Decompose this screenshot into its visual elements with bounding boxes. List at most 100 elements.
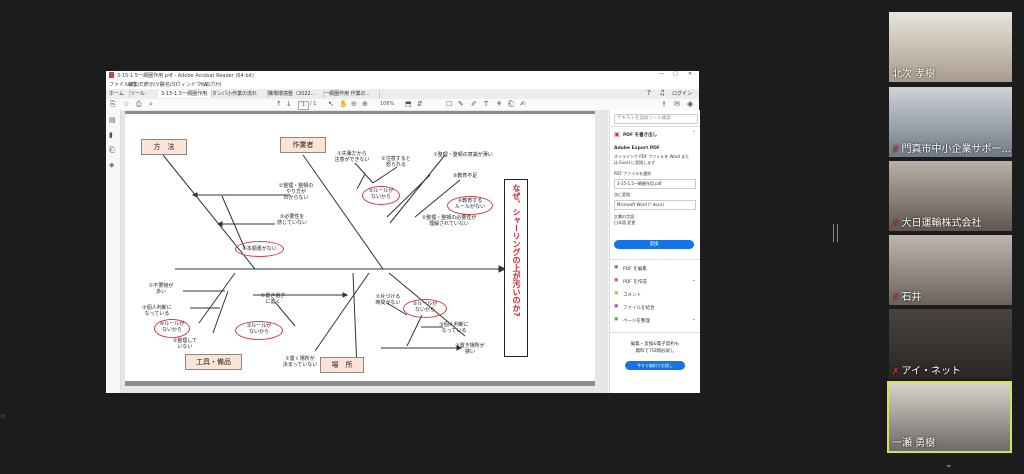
tab-document-2[interactable]: タンパ小作業の流れ [209,90,268,98]
participant-tile-4[interactable]: ✗ 石井 [889,235,1012,305]
zoom-level[interactable]: 106% [380,101,394,108]
file-select-field[interactable]: 3-15-1.5一網圏作用.pdf [614,179,696,189]
fit-page-icon[interactable]: ⬒ [405,101,412,108]
convert-button[interactable]: 変換 [614,240,694,249]
convert-to-label: 次に変換： [614,192,634,197]
participant-name: 石井 [901,292,922,303]
language-value[interactable]: 日本語 変更 [614,220,635,226]
tool-comment[interactable]: コメント [623,292,641,298]
participant-name: アイ・ネット [901,366,962,377]
divider [610,332,700,333]
participant-name: 大日運輸株式会社 [901,218,982,229]
mic-muted-icon: ✗ [892,145,900,155]
mic-muted-icon: ✗ [892,293,900,303]
prev-page-icon[interactable]: ↑ [276,101,282,108]
bookmark-icon[interactable]: ☆ [123,101,129,108]
tool-create-pdf[interactable]: PDF を作成 [623,279,647,285]
meeting-screen: { "window": { "title": "3-15-1.5一網圏作用.pd… [0,0,1024,474]
page-total: / 1 [310,101,317,107]
print-icon[interactable]: ⎙ [136,101,142,108]
right-tools-panel: テキストを追加ツール検索 ▣ PDF を書き出し ⌃ Adobe Export … [609,110,700,393]
scroll-down-chevron-icon[interactable]: ⌄ [945,460,953,470]
menu-sign[interactable]: 署名(S) [160,81,177,88]
cause-tools-6: ③ルールが ないから [235,321,283,340]
email-icon[interactable]: ✉ [674,101,680,108]
participant-tile-5[interactable]: ✗ アイ・ネット [889,309,1012,379]
cause-method-3: ②本順書がない [235,241,284,257]
tab-document-3[interactable]: 職場環境整（2022... [265,90,324,98]
cause-worker-7: ②整理・整頓の必要性が 理解されていない [421,215,477,227]
split-handle-icon[interactable] [833,224,838,242]
bookmarks-icon[interactable]: ▮ [109,131,113,139]
participant-name: 北次 孝樹 [892,69,936,80]
category-place: 場 所 [320,357,364,373]
tool-edit-pdf[interactable]: PDF を編集 [623,266,647,272]
tools-search-input[interactable]: テキストを追加ツール検索 [614,114,698,124]
tool-combine-files[interactable]: ファイルを結合 [623,305,655,311]
cause-tools-4: ②整理して いない [172,338,198,350]
sign-icon[interactable]: ✍ [520,101,526,108]
hand-icon[interactable]: ✋ [339,101,348,108]
account-icon[interactable]: ◉ [687,101,693,108]
menu-view[interactable]: 表示(V) [144,81,161,88]
cause-place-1: ②片づける 時間がない [375,294,401,306]
cause-place-4: ①置く場所が 決まっていない [282,356,318,368]
free-trial-button[interactable]: 今すぐ無料でお試し [625,361,685,370]
cause-method-2: ③必要性を 感じていない [276,214,307,226]
draw-icon[interactable]: ✐ [471,101,477,108]
search-icon[interactable]: ⌕ [149,101,153,108]
attach-icon[interactable]: ⎗ [508,101,514,108]
tool-organize-pages[interactable]: ページを整理 [623,318,650,324]
tab-document-1[interactable]: 3-15-1.5一網圏作用. [158,90,212,98]
cause-place-3: ③個人判断に なっている [439,322,469,334]
highlight-icon[interactable]: ✎ [458,101,464,108]
layers-icon[interactable]: ◈ [109,161,114,169]
divider [610,259,700,260]
participant-tile-3[interactable]: ✗ 大日運輸株式会社 [889,161,1012,231]
cause-worker-4: ③教育不足 [452,173,478,179]
collapse-chevron-icon[interactable]: ⌃ [692,131,696,136]
select-cursor-icon[interactable]: ↖ [328,101,334,108]
participant-tile-6-active[interactable]: 一瀬 勇樹 [887,381,1012,453]
stamp-icon[interactable]: ⚘ [496,101,502,108]
cause-tools-2: ②個人判断に なっている [142,305,172,317]
tab-document-4[interactable]: 一網圏作用 作業の... [321,90,380,98]
cause-worker-1: ①先輩だから 注意ができない [334,151,370,163]
cause-tools-1: ①不要物が 多い [148,283,174,295]
menu-help[interactable]: ヘルプ(H) [199,81,222,88]
minimize-icon[interactable]: — [659,71,664,77]
window-title: 3-15-1.5一網圏作用.pdf - Adobe Acrobat Reader… [117,73,254,79]
attachments-icon[interactable]: ⎗ [109,146,115,155]
login-link[interactable]: ログイン [672,90,692,97]
cause-method-1: ①整理・整頓の やり方が わからない [278,183,314,201]
help-icon[interactable]: ? [647,89,651,97]
menu-edit[interactable]: 編集(E) [128,81,145,88]
comment-icon[interactable]: ☐ [446,101,452,108]
divider [610,126,700,127]
participant-tile-2[interactable]: ✗ 門真市中小企業サポー... [889,87,1012,157]
scroll-mode-icon[interactable]: ⇵ [417,101,423,108]
export-description: オンラインで PDF ファイルを Word または Excel に変換します [614,154,690,165]
text-icon[interactable]: T [484,101,488,108]
page-number-input[interactable]: 1 [298,101,309,110]
export-heading: Adobe Export PDF [614,146,660,151]
create-icon[interactable]: ⎘ [110,101,116,108]
zoom-out-icon[interactable]: ⊖ [351,101,357,108]
convert-format-select[interactable]: Microsoft Word (*.docx) [614,200,696,210]
category-tools: 工具・備品 [185,354,242,370]
close-icon[interactable]: ✕ [688,71,692,77]
cause-place-5: ③置き場所が 狭い [455,343,485,355]
left-navigation-rail: ▤ ▮ ⎗ ◈ [106,110,121,393]
bell-icon[interactable]: ♫ [659,89,665,97]
participant-tile-1[interactable]: 北次 孝樹 [889,12,1012,82]
zoom-in-icon[interactable]: ⊕ [362,101,368,108]
tab-tools[interactable]: ツール [127,90,161,98]
next-page-icon[interactable]: ↓ [286,101,292,108]
effect-box: なぜ、シャーリングの上が汚いのか? [504,179,528,357]
maximize-icon[interactable]: ▢ [673,71,678,77]
share-icon[interactable]: ⇪ [661,101,667,108]
expand-chevron-icon[interactable]: ⌄ [692,317,696,322]
pages-icon[interactable]: ▤ [109,116,116,124]
expand-chevron-icon[interactable]: ⌄ [692,278,696,283]
export-pdf-title[interactable]: PDF を書き出し [623,132,657,138]
